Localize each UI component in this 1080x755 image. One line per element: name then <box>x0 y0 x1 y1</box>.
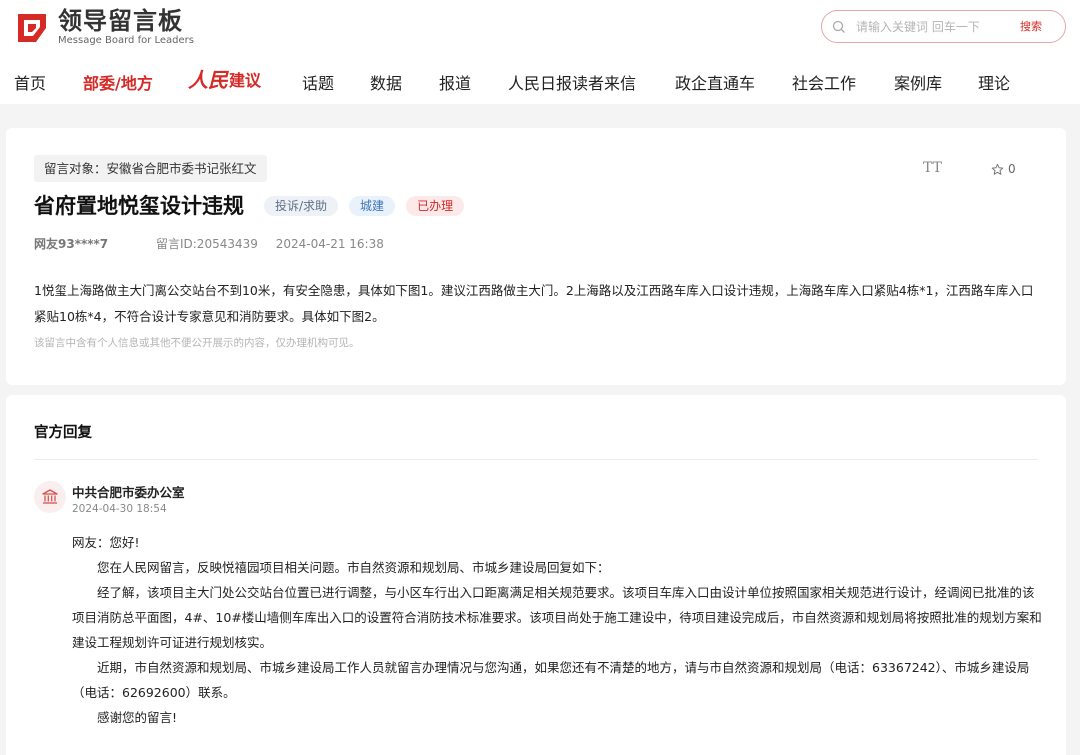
logo-text: 领导留言板 Message Board for Leaders <box>58 8 194 47</box>
favorite-count: 0 <box>1008 162 1016 176</box>
nav-item-reports[interactable]: 报道 <box>439 70 471 94</box>
logo-mark-icon <box>18 13 46 42</box>
reply-heading: 官方回复 <box>34 425 92 441</box>
nav-item-social-work[interactable]: 社会工作 <box>792 70 856 94</box>
font-size-toggle[interactable]: TT <box>923 160 942 176</box>
tag-category[interactable]: 投诉/求助 <box>264 196 339 216</box>
message-datetime: 2024-04-21 16:38 <box>275 237 384 251</box>
favorite-button[interactable]: 0 <box>991 162 1016 176</box>
logo-subtitle: Message Board for Leaders <box>58 35 195 46</box>
reply-org-name: 中共合肥市委办公室 <box>72 485 185 500</box>
nav-item-people-suggest[interactable]: 人民 建议 <box>188 64 261 93</box>
message-tags: 投诉/求助 城建 已办理 <box>264 196 475 216</box>
nav-item-data[interactable]: 数据 <box>370 70 402 94</box>
nav-item-cases[interactable]: 案例库 <box>894 70 942 94</box>
search-icon <box>832 20 845 33</box>
main-nav: 首页 部委/地方 人民 建议 话题 数据 报道 人民日报读者来信 政企直通车 社… <box>0 64 1080 96</box>
status-badge: 已办理 <box>406 196 465 216</box>
site-header: 领导留言板 Message Board for Leaders 搜索 首页 部委… <box>0 0 1080 104</box>
tag-domain[interactable]: 城建 <box>349 196 396 216</box>
search-box: 搜索 <box>821 10 1066 43</box>
reply-body: 网友：您好! 您在人民网留言，反映悦禧园项目相关问题。市自然资源和规划局、市城乡… <box>72 530 1042 730</box>
reply-paragraph: 您在人民网留言，反映悦禧园项目相关问题。市自然资源和规划局、市城乡建设局回复如下… <box>97 560 610 575</box>
nav-item-ministries[interactable]: 部委/地方 <box>83 70 153 94</box>
reply-paragraph: 感谢您的留言! <box>97 710 178 725</box>
star-icon <box>991 163 1004 175</box>
reply-paragraph: 经了解，该项目主大门处公交站台位置已进行调整，与小区车行出入口距离满足相关规范要… <box>72 585 1042 650</box>
nav-item-theory[interactable]: 理论 <box>978 70 1010 94</box>
reply-datetime: 2024-04-30 18:54 <box>72 503 167 515</box>
message-title: 省府置地悦玺设计违规 <box>34 194 244 218</box>
reply-greeting: 网友：您好! <box>72 535 140 550</box>
logo-title: 领导留言板 <box>58 7 183 35</box>
site-logo[interactable]: 领导留言板 Message Board for Leaders <box>14 8 194 47</box>
message-author: 网友93****7 <box>34 237 109 251</box>
message-body: 1悦玺上海路做主大门离公交站台不到10米，有安全隐患，具体如下图1。建议江西路做… <box>34 283 1034 324</box>
government-building-icon <box>42 489 58 504</box>
nav-item-enterprise[interactable]: 政企直通车 <box>675 70 755 94</box>
message-id: 留言ID:20543439 <box>155 237 258 251</box>
message-target: 留言对象：安徽省合肥市委书记张红文 <box>34 155 267 182</box>
search-input[interactable] <box>856 17 1016 37</box>
nav-brand-text: 建议 <box>229 70 262 90</box>
nav-item-readers-letters[interactable]: 人民日报读者来信 <box>508 70 636 94</box>
nav-item-topics[interactable]: 话题 <box>302 70 334 94</box>
search-button[interactable]: 搜索 <box>1020 18 1042 34</box>
reply-card: 官方回复 中共合肥市委办公室 2024-04-30 18:54 网友：您好! 您… <box>6 395 1066 755</box>
divider <box>34 459 1038 460</box>
nav-item-home[interactable]: 首页 <box>14 70 46 94</box>
privacy-note: 该留言中含有个人信息或其他不便公开展示的内容，仅办理机构可见。 <box>34 337 360 349</box>
message-meta: 网友93****7 留言ID:20543439 2024-04-21 16:38 <box>34 235 384 252</box>
avatar <box>34 481 66 513</box>
reply-paragraph: 近期，市自然资源和规划局、市城乡建设局工作人员就留言办理情况与您沟通，如果您还有… <box>72 660 1030 700</box>
nav-brand-script: 人民 <box>188 68 228 92</box>
message-card: 留言对象：安徽省合肥市委书记张红文 TT 0 省府置地悦玺设计违规 投诉/求助 … <box>6 128 1066 385</box>
